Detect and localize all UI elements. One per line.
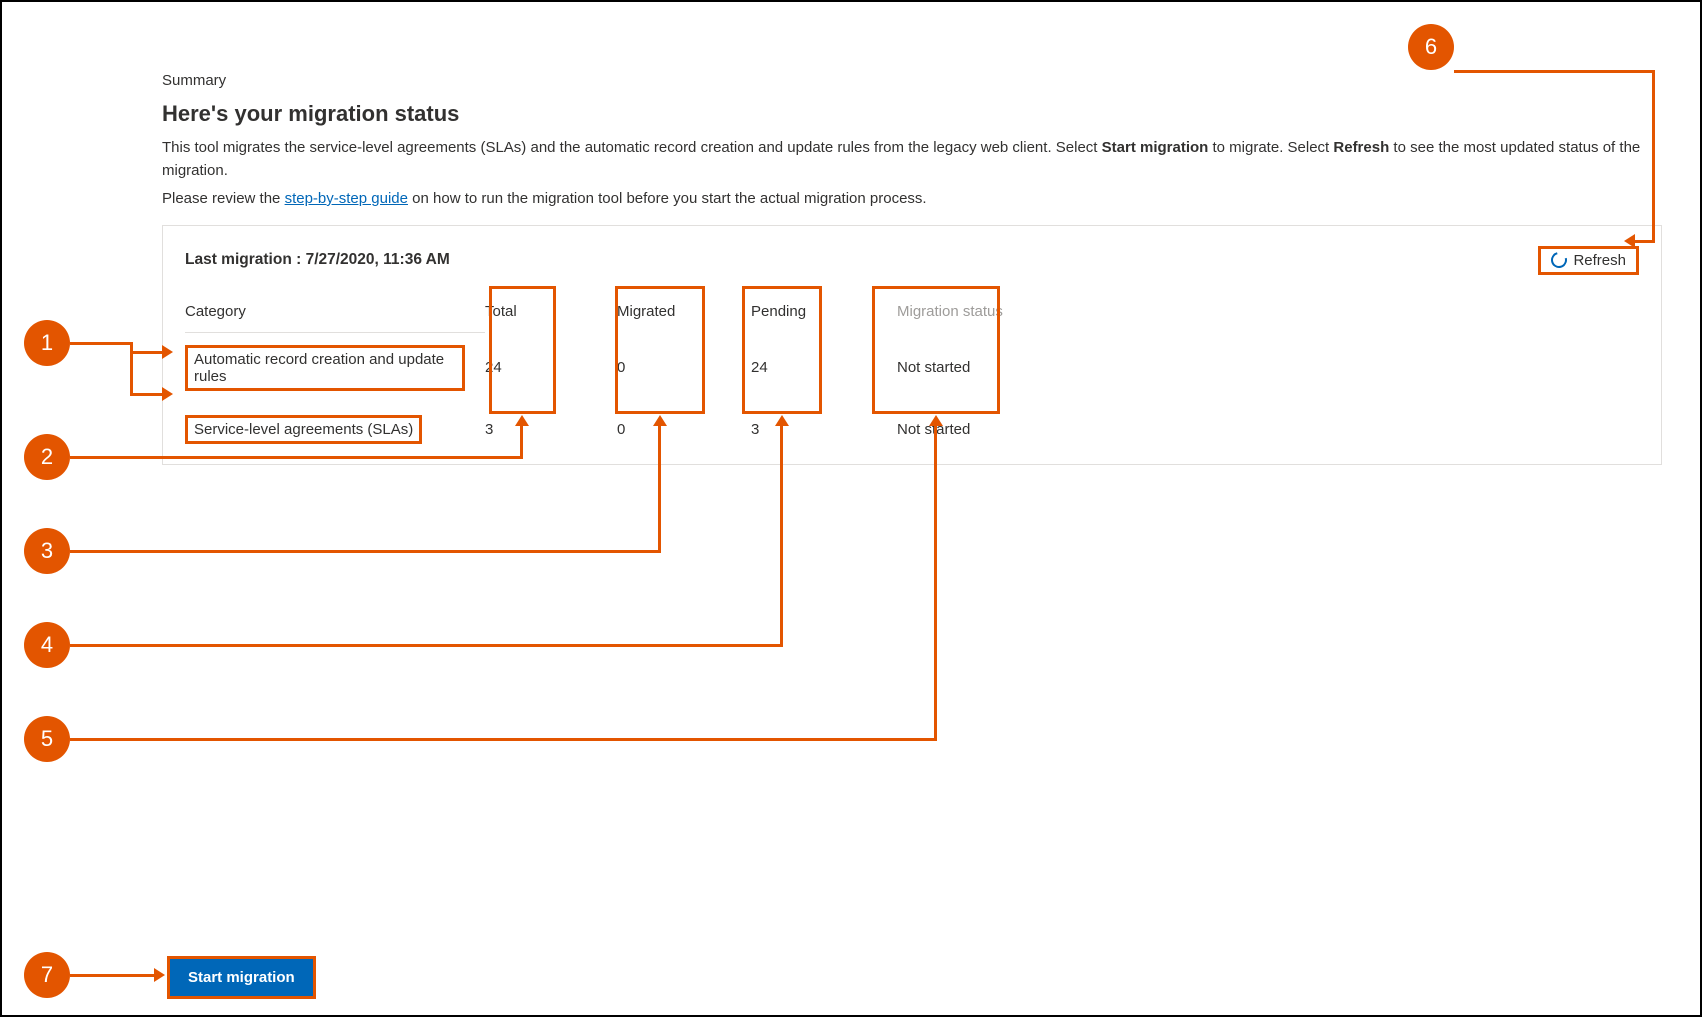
refresh-button[interactable]: Refresh — [1538, 246, 1639, 275]
refresh-icon — [1549, 249, 1571, 271]
callout-arrow — [162, 387, 173, 401]
callout-arrow — [1624, 234, 1635, 248]
description-paragraph-1: This tool migrates the service-level agr… — [162, 137, 1662, 182]
cell-pending: 24 — [741, 347, 831, 388]
desc-text: to migrate. Select — [1213, 139, 1334, 156]
col-header-pending: Pending — [741, 291, 831, 332]
cell-category: Service-level agreements (SLAs) — [163, 403, 475, 456]
callout-badge-3: 3 — [24, 528, 70, 574]
cell-migrated: 0 — [607, 347, 697, 388]
page-title: Here's your migration status — [162, 101, 1662, 127]
callout-arrow — [653, 415, 667, 426]
cell-migrated: 0 — [607, 409, 697, 450]
callout-connector — [780, 425, 783, 647]
last-migration-info: Last migration : 7/27/2020, 11:36 AM — [185, 251, 450, 269]
step-by-step-guide-link[interactable]: step-by-step guide — [285, 190, 408, 207]
table-row: Automatic record creation and update rul… — [163, 333, 1661, 403]
category-value: Automatic record creation and update rul… — [185, 345, 465, 391]
callout-badge-2: 2 — [24, 434, 70, 480]
callout-connector — [1454, 70, 1655, 73]
col-header-category: Category — [163, 291, 475, 332]
desc-text: Please review the — [162, 190, 285, 207]
col-header-total: Total — [475, 291, 565, 332]
callout-connector — [70, 644, 782, 647]
last-migration-value: 7/27/2020, 11:36 AM — [306, 251, 450, 268]
cell-total: 24 — [475, 347, 565, 388]
refresh-button-label: Refresh — [1573, 252, 1626, 269]
desc-bold-refresh: Refresh — [1333, 139, 1389, 156]
callout-badge-5: 5 — [24, 716, 70, 762]
callout-connector — [70, 974, 155, 977]
page-frame: Summary Here's your migration status Thi… — [0, 0, 1702, 1017]
callout-connector — [1652, 70, 1655, 242]
callout-arrow — [154, 968, 165, 982]
desc-text: on how to run the migration tool before … — [412, 190, 926, 207]
callout-connector — [70, 456, 522, 459]
callout-connector — [130, 351, 162, 354]
callout-badge-6: 6 — [1408, 24, 1454, 70]
summary-label: Summary — [162, 72, 1662, 89]
col-header-status: Migration status — [887, 291, 1017, 332]
callout-badge-1: 1 — [24, 320, 70, 366]
callout-arrow — [929, 415, 943, 426]
callout-connector — [658, 425, 661, 553]
card-header: Last migration : 7/27/2020, 11:36 AM Ref… — [163, 226, 1661, 281]
callout-badge-4: 4 — [24, 622, 70, 668]
migration-table: Category Total Migrated Pending Migratio… — [163, 291, 1661, 456]
cell-category: Automatic record creation and update rul… — [163, 333, 475, 403]
callout-arrow — [775, 415, 789, 426]
callout-connector — [70, 738, 936, 741]
migration-card: Last migration : 7/27/2020, 11:36 AM Ref… — [162, 225, 1662, 465]
content-area: Summary Here's your migration status Thi… — [162, 72, 1662, 465]
table-header-row: Category Total Migrated Pending Migratio… — [163, 291, 1661, 332]
callout-connector — [70, 342, 130, 345]
desc-bold-start-migration: Start migration — [1102, 139, 1209, 156]
desc-text: This tool migrates the service-level agr… — [162, 139, 1102, 156]
callout-connector — [70, 550, 660, 553]
callout-arrow — [515, 415, 529, 426]
start-migration-label: Start migration — [188, 969, 295, 986]
callout-connector — [1634, 240, 1655, 243]
callout-arrow — [162, 345, 173, 359]
callout-badge-7: 7 — [24, 952, 70, 998]
callout-connector — [934, 425, 937, 741]
col-header-migrated: Migrated — [607, 291, 697, 332]
cell-status: Not started — [887, 347, 1017, 388]
start-migration-button[interactable]: Start migration — [167, 956, 316, 999]
category-value: Service-level agreements (SLAs) — [185, 415, 422, 444]
last-migration-label: Last migration : — [185, 251, 301, 268]
table-row: Service-level agreements (SLAs) 3 0 3 No… — [163, 403, 1661, 456]
cell-status: Not started — [887, 409, 1017, 450]
callout-connector — [520, 425, 523, 459]
description-paragraph-2: Please review the step-by-step guide on … — [162, 188, 1662, 211]
callout-connector — [130, 393, 162, 396]
